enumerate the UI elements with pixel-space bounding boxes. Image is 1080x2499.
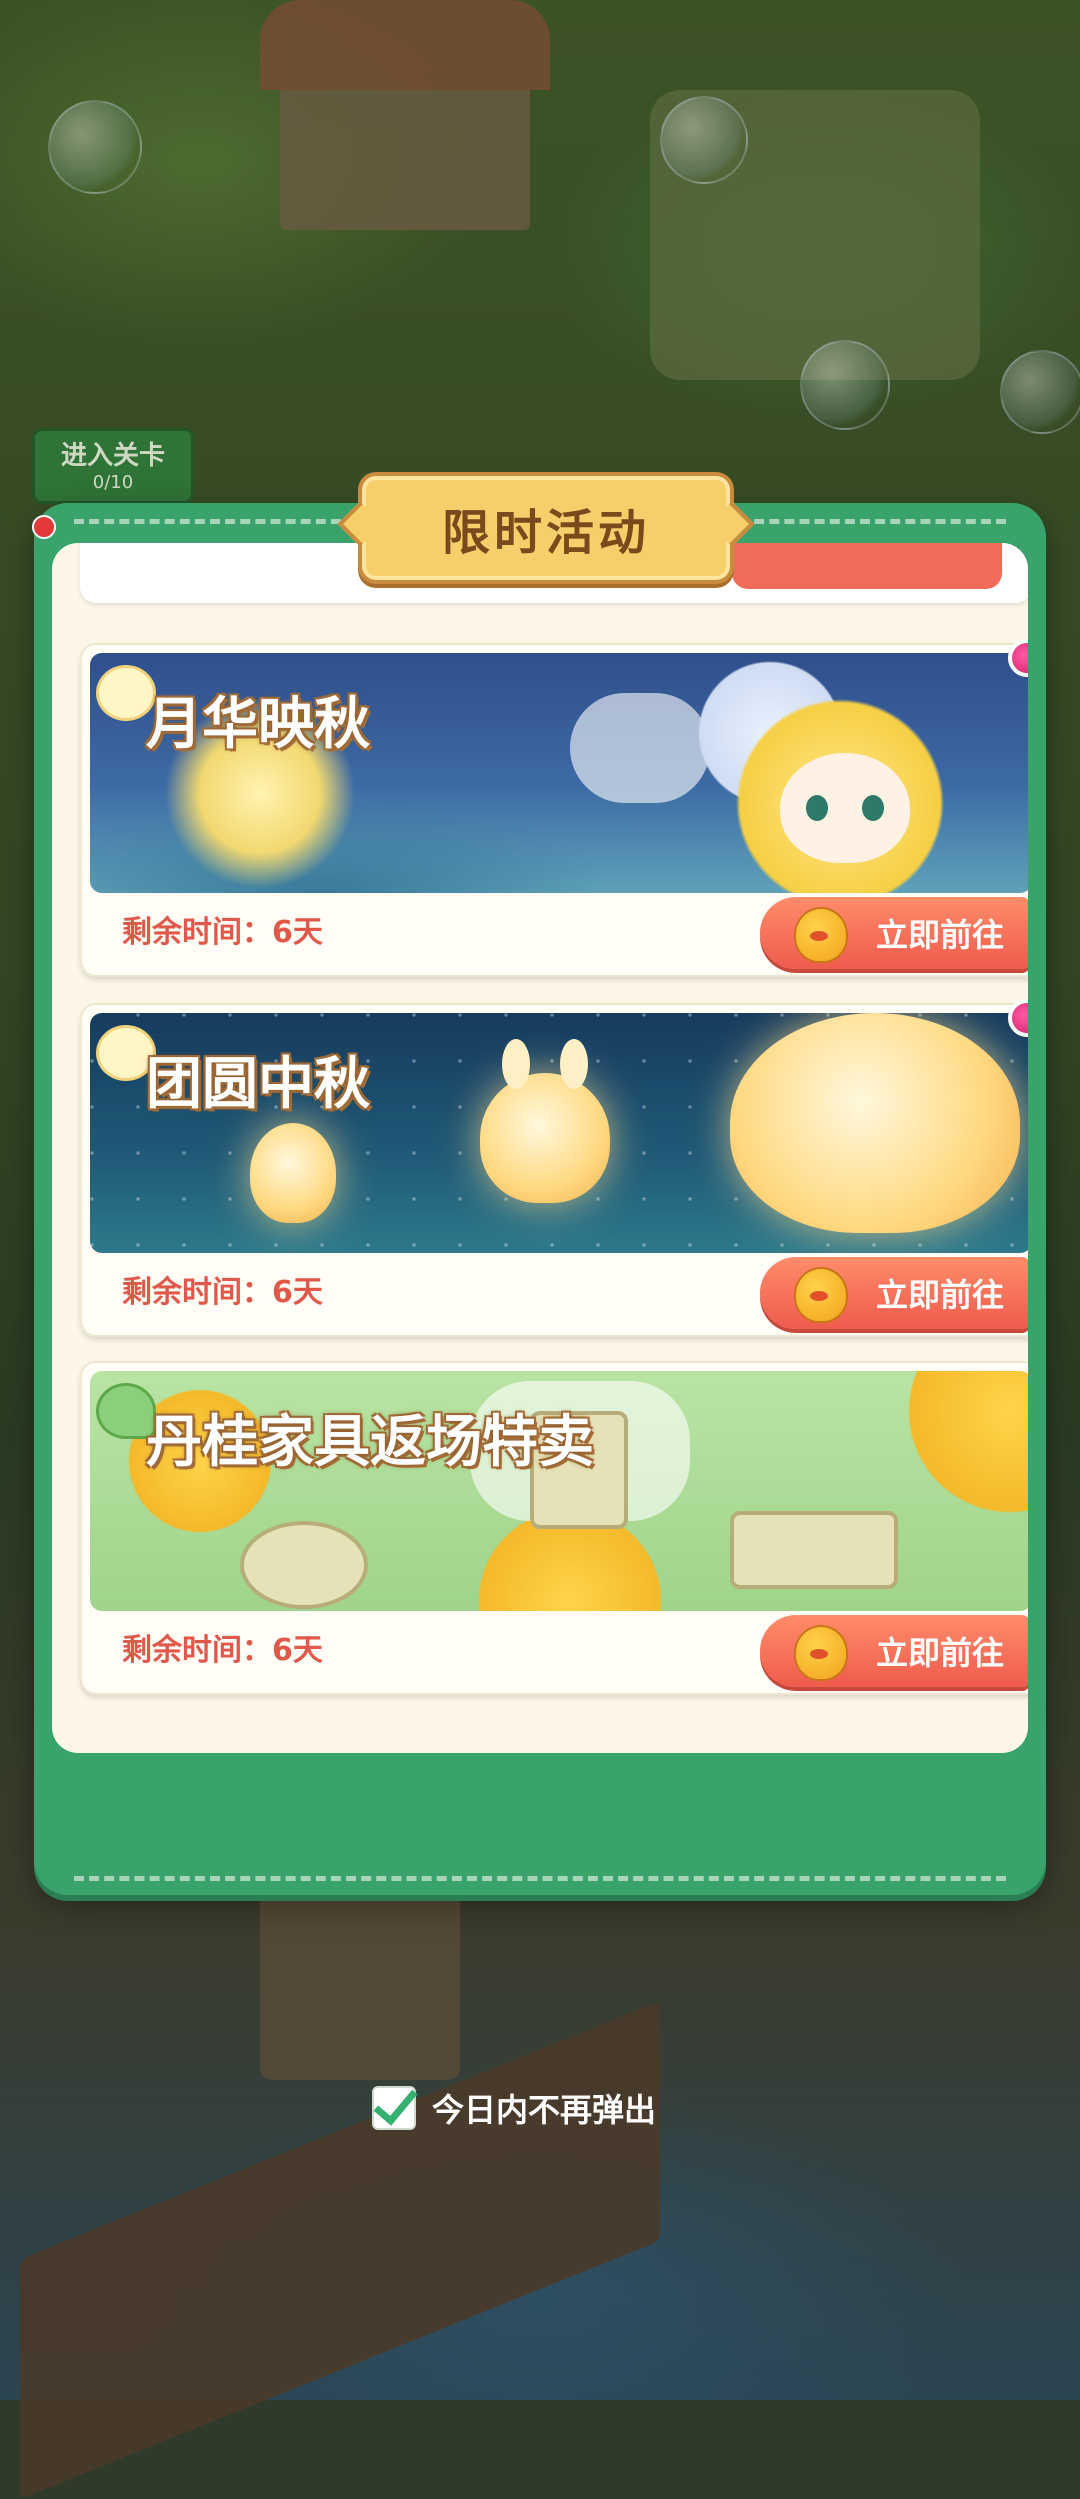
event-card-moonlight: 月华映秋 剩余时间：6天 立即前往 xyxy=(80,639,1028,977)
go-now-label: 立即前往 xyxy=(875,1634,1004,1672)
remaining-time: 剩余时间：6天 xyxy=(122,1633,323,1668)
notification-dot xyxy=(32,515,56,539)
bubble-icon xyxy=(48,100,142,194)
dont-show-today-toggle[interactable]: 今日内不再弹出 xyxy=(372,2083,656,2133)
limited-events-panel: 月华映秋 剩余时间：6天 立即前往 团圆中秋 剩余时间：6天 立即前往 丹桂家具… xyxy=(32,503,1046,1895)
event-title: 月华映秋 xyxy=(146,692,370,757)
enter-level-label: 进入关卡 xyxy=(60,441,165,471)
enter-level-progress: 0/10 xyxy=(92,472,134,493)
event-banner-furniture-sale[interactable]: 丹桂家具返场特卖 xyxy=(90,1371,1028,1611)
remaining-time: 剩余时间：6天 xyxy=(122,915,323,950)
go-now-label: 立即前往 xyxy=(875,1276,1004,1314)
chick-icon xyxy=(794,1625,848,1681)
lantern-illustration xyxy=(250,1123,336,1223)
dont-show-today-label: 今日内不再弹出 xyxy=(432,2091,657,2129)
go-now-label: 立即前往 xyxy=(875,916,1004,954)
go-button-partial[interactable] xyxy=(732,543,1002,589)
events-list[interactable]: 月华映秋 剩余时间：6天 立即前往 团圆中秋 剩余时间：6天 立即前往 丹桂家具… xyxy=(52,543,1028,1753)
enter-level-button[interactable]: 进入关卡 0/10 xyxy=(32,428,194,504)
remaining-time: 剩余时间：6天 xyxy=(122,1275,323,1310)
bubble-icon xyxy=(1000,350,1080,434)
event-banner-moonlight[interactable]: 月华映秋 xyxy=(90,653,1028,893)
bubble-icon xyxy=(800,340,890,430)
go-now-button[interactable]: 立即前往 xyxy=(760,1615,1028,1687)
chick-icon xyxy=(794,907,848,963)
event-title: 丹桂家具返场特卖 xyxy=(146,1410,594,1475)
event-title: 团圆中秋 xyxy=(146,1052,370,1117)
bubble-icon xyxy=(660,96,748,184)
chick-icon xyxy=(794,1267,848,1323)
bunny-lantern-illustration xyxy=(480,1039,610,1203)
panel-dashed-border xyxy=(74,1876,1006,1881)
cottage-building xyxy=(260,0,550,230)
event-card-reunion: 团圆中秋 剩余时间：6天 立即前往 xyxy=(80,999,1028,1337)
go-now-button[interactable]: 立即前往 xyxy=(760,897,1028,969)
table-illustration xyxy=(730,1511,898,1589)
big-lantern-illustration xyxy=(730,1013,1020,1233)
character-face xyxy=(780,753,910,863)
go-now-button[interactable]: 立即前往 xyxy=(760,1257,1028,1329)
panel-title: 限时活动 xyxy=(358,472,734,584)
event-card-furniture-sale: 丹桂家具返场特卖 剩余时间：6天 立即前往 xyxy=(80,1361,1028,1695)
checkbox-checked-icon[interactable] xyxy=(372,2086,416,2130)
stool-illustration xyxy=(240,1521,368,1609)
event-banner-reunion[interactable]: 团圆中秋 xyxy=(90,1013,1028,1253)
fish-stall xyxy=(260,1880,460,2080)
cloud-decoration xyxy=(570,693,710,803)
